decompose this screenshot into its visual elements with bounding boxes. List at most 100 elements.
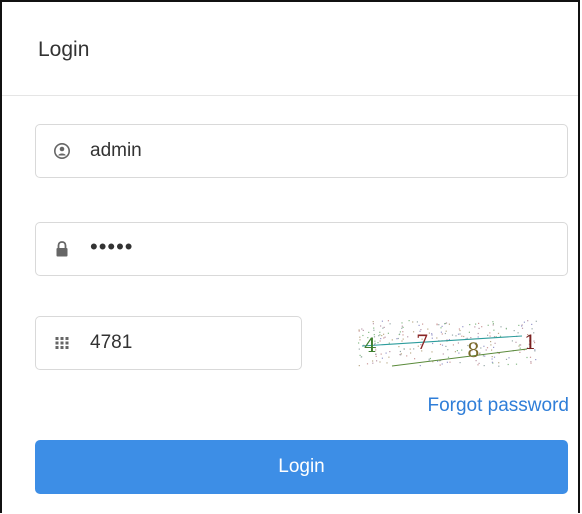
captcha-noise-dot: [399, 350, 401, 353]
captcha-noise-dot: [428, 332, 430, 334]
captcha-noise-dot: [461, 335, 463, 337]
captcha-noise-dot: [379, 361, 381, 363]
captcha-noise-dot: [489, 332, 491, 334]
captcha-noise-dot: [478, 322, 480, 324]
captcha-noise-dot: [388, 356, 390, 358]
captcha-noise-dot: [379, 331, 381, 333]
captcha-noise-dot: [535, 359, 537, 361]
captcha-noise-dot: [436, 323, 438, 325]
captcha-noise-dot: [358, 330, 360, 332]
captcha-noise-dot: [513, 330, 515, 332]
captcha-noise-dot: [359, 354, 361, 356]
captcha-noise-dot: [440, 331, 442, 333]
captcha-noise-dot: [517, 332, 519, 334]
captcha-noise-dot: [493, 356, 496, 358]
captcha-noise-dot: [490, 341, 492, 343]
captcha-noise-dot: [492, 323, 494, 325]
forgot-password-link[interactable]: Forgot password: [427, 394, 569, 418]
captcha-noise-dot: [387, 320, 389, 322]
captcha-noise-dot: [432, 342, 434, 345]
captcha-noise-dot: [483, 365, 485, 367]
captcha-noise-dot: [386, 362, 388, 364]
captcha-noise-dot: [389, 351, 391, 353]
user-icon: [54, 143, 70, 159]
captcha-noise-dot: [521, 327, 524, 329]
login-button[interactable]: Login: [35, 440, 568, 494]
captcha-noise-dot: [440, 327, 442, 329]
captcha-noise-dot: [491, 356, 493, 358]
captcha-noise-dot: [499, 335, 502, 337]
captcha-noise-dot: [383, 333, 385, 335]
captcha-noise-dot: [389, 323, 391, 325]
captcha-noise-dot: [413, 348, 415, 350]
captcha-noise-dot: [359, 339, 361, 341]
captcha-noise-dot: [362, 329, 364, 331]
captcha-noise-dot: [385, 352, 387, 354]
captcha-noise-dot: [402, 326, 404, 328]
captcha-noise-dot: [373, 327, 375, 329]
captcha-noise-dot: [366, 363, 369, 365]
captcha-noise-dot: [480, 347, 482, 349]
captcha-noise-dot: [396, 338, 398, 340]
captcha-noise-dot: [498, 362, 500, 364]
captcha-noise-dot: [481, 326, 483, 328]
captcha-noise-dot: [383, 326, 385, 328]
captcha-noise-dot: [376, 360, 378, 362]
captcha-noise-dot: [493, 346, 495, 348]
captcha-noise-dot: [489, 335, 491, 337]
captcha-noise-dot: [402, 334, 404, 336]
captcha-noise-dot: [410, 352, 412, 354]
captcha-noise-dot: [491, 361, 493, 363]
captcha-noise-dot: [520, 344, 522, 346]
captcha-noise-dot: [492, 321, 494, 323]
captcha-noise-dot: [508, 357, 510, 359]
captcha-noise-dot: [491, 358, 493, 360]
captcha-noise-dot: [527, 320, 529, 322]
captcha-noise-dot: [441, 363, 443, 365]
captcha-noise: [358, 320, 537, 367]
captcha-noise-dot: [477, 364, 479, 366]
captcha-noise-dot: [458, 328, 460, 330]
password-input[interactable]: •••••: [35, 222, 568, 276]
captcha-noise-dot: [391, 339, 393, 341]
captcha-noise-dot: [401, 327, 403, 329]
captcha-noise-dot: [455, 335, 457, 337]
captcha-noise-dot: [419, 365, 421, 367]
captcha-noise-dot: [447, 349, 449, 351]
captcha-noise-dot: [474, 326, 476, 328]
captcha-noise-dot: [518, 345, 520, 347]
captcha-noise-dot: [441, 344, 444, 346]
captcha-char-4: 1: [524, 330, 537, 354]
captcha-noise-dot: [402, 338, 404, 340]
captcha-noise-dot: [456, 350, 458, 352]
captcha-noise-dot: [418, 324, 420, 326]
captcha-noise-dot: [519, 347, 521, 349]
captcha-noise-dot: [358, 365, 360, 367]
captcha-noise-dot: [500, 326, 502, 328]
captcha-noise-dot: [431, 334, 433, 336]
username-value: admin: [90, 140, 142, 161]
captcha-noise-dot: [491, 349, 493, 351]
captcha-noise-dot: [431, 351, 433, 353]
captcha-noise-dot: [380, 325, 382, 327]
panel-title: Login: [38, 38, 90, 61]
captcha-noise-dot: [518, 324, 520, 326]
captcha-noise-dot: [444, 323, 446, 325]
captcha-noise-dot: [413, 331, 415, 333]
captcha-noise-dot: [483, 345, 485, 347]
captcha-noise-dot: [457, 342, 459, 344]
captcha-noise-dot: [377, 342, 379, 344]
username-input[interactable]: admin: [35, 124, 568, 178]
captcha-noise-dot: [381, 357, 383, 359]
captcha-noise-dot: [361, 328, 363, 330]
captcha-noise-dot: [373, 329, 375, 331]
captcha-noise-dot: [449, 361, 451, 363]
captcha-noise-dot: [378, 335, 380, 337]
captcha-noise-dot: [358, 329, 360, 331]
captcha-noise-dot: [406, 355, 408, 357]
captcha-image[interactable]: 4 7 8 1: [352, 316, 542, 370]
captcha-noise-dot: [515, 363, 518, 365]
captcha-noise-dot: [379, 334, 381, 336]
captcha-input[interactable]: 4781: [35, 316, 302, 370]
captcha-noise-dot: [414, 358, 416, 360]
